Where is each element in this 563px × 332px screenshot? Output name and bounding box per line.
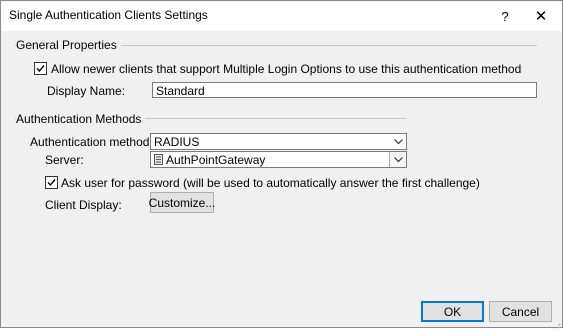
resize-grip[interactable]: [553, 318, 561, 329]
customize-button[interactable]: Customize...: [149, 192, 215, 213]
settings-dialog: Single Authentication Clients Settings ?…: [0, 0, 563, 329]
display-name-field[interactable]: Standard: [152, 82, 537, 98]
server-icon: [154, 154, 163, 168]
display-name-value: Standard: [156, 84, 205, 98]
ok-button[interactable]: OK: [421, 301, 484, 322]
client-display-label: Client Display:: [45, 198, 122, 212]
checkmark-icon: [36, 65, 45, 73]
ask-password-checkbox[interactable]: [45, 176, 58, 189]
allow-newer-checkbox[interactable]: [34, 62, 47, 75]
title-bar[interactable]: Single Authentication Clients Settings ?…: [1, 1, 562, 31]
server-label: Server:: [45, 153, 84, 167]
auth-method-dropdown[interactable]: RADIUS: [150, 133, 407, 150]
allow-newer-label: Allow newer clients that support Multipl…: [51, 62, 522, 76]
display-name-label: Display Name:: [47, 84, 126, 98]
chevron-down-icon[interactable]: [389, 152, 406, 167]
server-value: AuthPointGateway: [166, 153, 266, 167]
dialog-title: Single Authentication Clients Settings: [9, 8, 208, 22]
help-icon: ?: [501, 8, 509, 24]
auth-group-label: Authentication Methods: [16, 112, 146, 126]
help-button[interactable]: ?: [488, 1, 522, 31]
general-group-label: General Properties: [16, 38, 121, 52]
close-button[interactable]: ✕: [524, 1, 558, 31]
ask-password-label: Ask user for password (will be used to a…: [61, 176, 480, 190]
server-dropdown[interactable]: AuthPointGateway: [150, 151, 407, 168]
chevron-down-icon: [390, 134, 406, 149]
auth-method-label: Authentication method:: [30, 135, 153, 149]
auth-method-value: RADIUS: [154, 135, 200, 149]
cancel-button[interactable]: Cancel: [489, 301, 552, 322]
close-icon: ✕: [534, 8, 548, 25]
checkmark-icon: [47, 179, 56, 187]
